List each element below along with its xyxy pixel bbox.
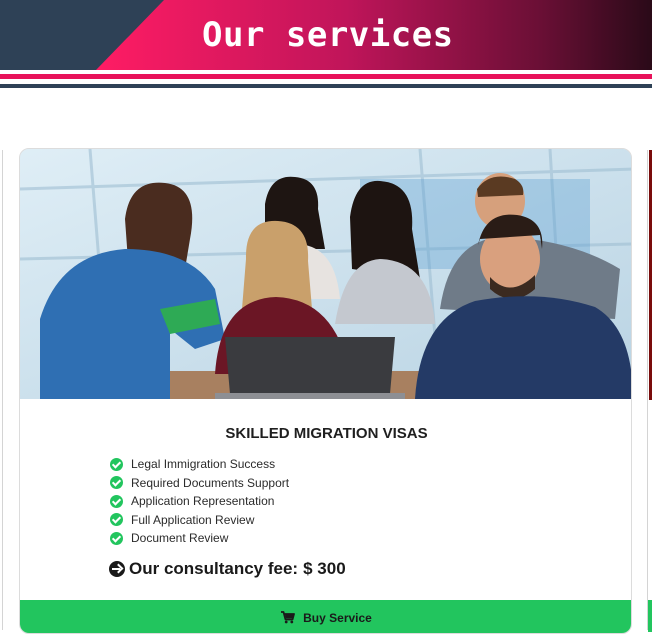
buy-service-button[interactable]: Buy Service	[20, 600, 631, 633]
feature-label: Full Application Review	[131, 512, 255, 527]
service-photo	[20, 149, 631, 399]
consultancy-fee: Our consultancy fee: $ 300	[109, 559, 346, 579]
team-photo-illustration	[20, 149, 631, 399]
check-circle-icon	[110, 494, 123, 508]
service-card: SKILLED MIGRATION VISAS Legal Immigratio…	[19, 148, 632, 634]
feature-item: Document Review	[110, 529, 289, 548]
page-title: Our services	[202, 15, 454, 55]
cart-icon	[281, 611, 296, 624]
services-banner: Our services	[0, 0, 652, 88]
banner-stripe-navy	[0, 84, 652, 88]
feature-label: Required Documents Support	[131, 475, 290, 490]
fee-amount: $ 300	[303, 559, 346, 578]
check-circle-icon	[110, 513, 123, 527]
check-circle-icon	[110, 476, 123, 490]
fee-label: Our consultancy fee:	[129, 559, 299, 578]
check-circle-icon	[110, 457, 123, 471]
feature-item: Legal Immigration Success	[110, 455, 289, 474]
arrow-circle-right-icon	[109, 561, 125, 577]
feature-item: Application Representation	[110, 492, 289, 511]
feature-label: Legal Immigration Success	[131, 457, 276, 472]
prev-card-edge	[0, 150, 3, 630]
buy-service-label: Buy Service	[303, 610, 372, 625]
next-card-button-edge	[648, 600, 652, 632]
feature-item: Full Application Review	[110, 511, 289, 530]
check-circle-icon	[110, 531, 123, 545]
service-title: SKILLED MIGRATION VISAS	[225, 425, 428, 442]
banner-stripe-pink	[0, 74, 652, 79]
feature-label: Application Representation	[131, 494, 275, 509]
feature-item: Required Documents Support	[110, 474, 289, 493]
feature-label: Document Review	[131, 531, 229, 546]
feature-list: Legal Immigration Success Required Docum…	[110, 455, 289, 548]
